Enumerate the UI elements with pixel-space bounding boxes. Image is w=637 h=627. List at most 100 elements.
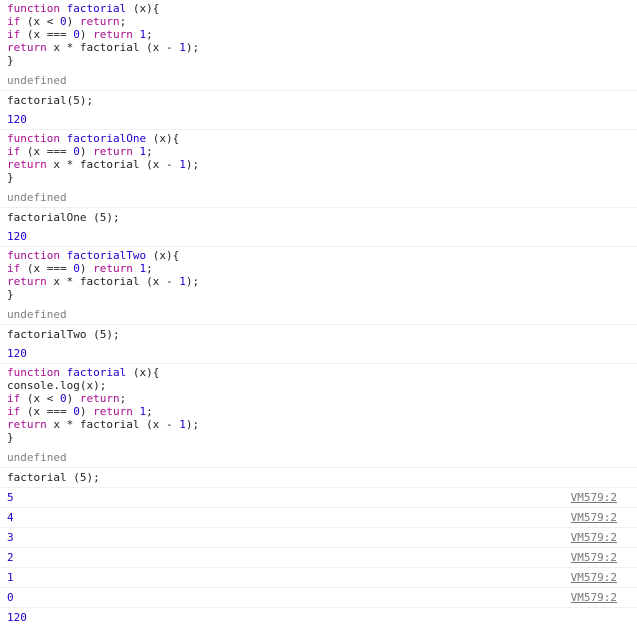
console-input-code[interactable]: function factorialTwo (x){if (x === 0) r… [0, 246, 637, 305]
code-token: function [7, 2, 67, 15]
code-token: (x){ [146, 249, 180, 262]
code-token: if [7, 15, 21, 28]
console-result: undefined [7, 191, 67, 204]
code-line: if (x < 0) return; [7, 392, 630, 405]
log-value: 1 [7, 571, 14, 584]
code-line: function factorial (x){ [7, 2, 630, 15]
source-link[interactable]: VM579:2 [571, 588, 617, 607]
code-token: x * factorial (x - [46, 41, 180, 54]
code-token: if [7, 405, 21, 418]
console-result: 120 [7, 113, 27, 126]
log-row: 2 VM579:2 [0, 547, 637, 567]
code-token: } [7, 288, 14, 301]
source-link[interactable]: VM579:2 [571, 528, 617, 547]
code-token: 0 [73, 262, 80, 275]
code-token: function [7, 249, 67, 262]
code-token: 0 [60, 15, 67, 28]
code-line: if (x === 0) return 1; [7, 405, 630, 418]
console-result: 120 [7, 347, 27, 360]
code-token: ) [79, 145, 94, 158]
code-line: function factorial (x){ [7, 366, 630, 379]
code-token: ); [185, 158, 200, 171]
source-link[interactable]: VM579:2 [571, 548, 617, 567]
source-link[interactable]: VM579:2 [571, 568, 617, 587]
code-token: ; [146, 28, 153, 41]
code-token: function [7, 132, 67, 145]
code-line: if (x < 0) return; [7, 15, 630, 28]
console-input-code[interactable]: function factorial (x){console.log(x); if… [0, 363, 637, 448]
code-line: if (x === 0) return 1; [7, 28, 630, 41]
code-line: return x * factorial (x - 1); [7, 158, 630, 171]
code-token: 1 [179, 275, 186, 288]
code-token: 0 [73, 28, 80, 41]
log-value: 4 [7, 511, 14, 524]
code-token: ; [119, 392, 127, 405]
console-result: undefined [7, 308, 67, 321]
console-command[interactable]: factorial (5); [0, 467, 637, 487]
code-token: return [93, 145, 140, 158]
code-line: } [7, 431, 630, 444]
code-token: ; [146, 405, 153, 418]
code-token: (x){ [146, 132, 180, 145]
log-value: 3 [7, 531, 14, 544]
code-token: return [93, 405, 140, 418]
code-token: ) [79, 262, 94, 275]
code-token: ) [79, 405, 94, 418]
code-token: (x === [20, 405, 74, 418]
code-token: console.log(x); [7, 379, 107, 392]
code-token: function [7, 366, 67, 379]
code-token: 1 [179, 158, 186, 171]
code-token: factorial [66, 2, 127, 15]
code-line: } [7, 288, 630, 301]
code-token: if [7, 262, 21, 275]
code-token: ; [119, 15, 127, 28]
code-token: ); [185, 418, 200, 431]
code-token: ; [146, 145, 153, 158]
code-token: return [7, 418, 47, 431]
code-token: ); [185, 275, 200, 288]
log-row: 1 VM579:2 [0, 567, 637, 587]
code-token: x * factorial (x - [46, 275, 180, 288]
console-command[interactable]: factorial(5); [0, 90, 637, 110]
code-line: return x * factorial (x - 1); [7, 418, 630, 431]
console-command[interactable]: factorialTwo (5); [0, 324, 637, 344]
code-token: return [79, 392, 120, 405]
code-token: x * factorial (x - [46, 158, 180, 171]
code-token: 0 [73, 145, 80, 158]
code-token: x * factorial (x - [46, 418, 180, 431]
code-token: } [7, 54, 14, 67]
code-line: return x * factorial (x - 1); [7, 275, 630, 288]
log-value: 0 [7, 591, 14, 604]
log-row: 0 VM579:2 [0, 587, 637, 607]
devtools-console: function factorial (x){if (x < 0) return… [0, 0, 637, 627]
console-input-code[interactable]: function factorial (x){if (x < 0) return… [0, 0, 637, 71]
code-token: 1 [179, 418, 186, 431]
code-line: } [7, 54, 630, 67]
code-token: (x < [20, 392, 60, 405]
source-link[interactable]: VM579:2 [571, 508, 617, 527]
code-line: function factorialOne (x){ [7, 132, 630, 145]
code-token: return [7, 158, 47, 171]
code-token: ; [146, 262, 153, 275]
log-row: 3 VM579:2 [0, 527, 637, 547]
code-token: if [7, 145, 21, 158]
code-line: } [7, 171, 630, 184]
code-token: 0 [60, 392, 67, 405]
code-token: factorialTwo [66, 249, 147, 262]
code-token: return [93, 262, 140, 275]
console-input-code[interactable]: function factorialOne (x){if (x === 0) r… [0, 129, 637, 188]
log-row: 5 VM579:2 [0, 487, 637, 507]
code-token: (x === [20, 262, 74, 275]
log-row: 4 VM579:2 [0, 507, 637, 527]
code-token: (x === [20, 28, 74, 41]
code-line: function factorialTwo (x){ [7, 249, 630, 262]
console-command[interactable]: factorialOne (5); [0, 207, 637, 227]
code-token: ) [66, 392, 80, 405]
console-result: 120 [7, 230, 27, 243]
console-result: 120 [0, 607, 637, 627]
code-line: console.log(x); [7, 379, 630, 392]
code-token: if [7, 392, 21, 405]
code-token: (x < [20, 15, 60, 28]
log-value: 2 [7, 551, 14, 564]
source-link[interactable]: VM579:2 [571, 488, 617, 507]
